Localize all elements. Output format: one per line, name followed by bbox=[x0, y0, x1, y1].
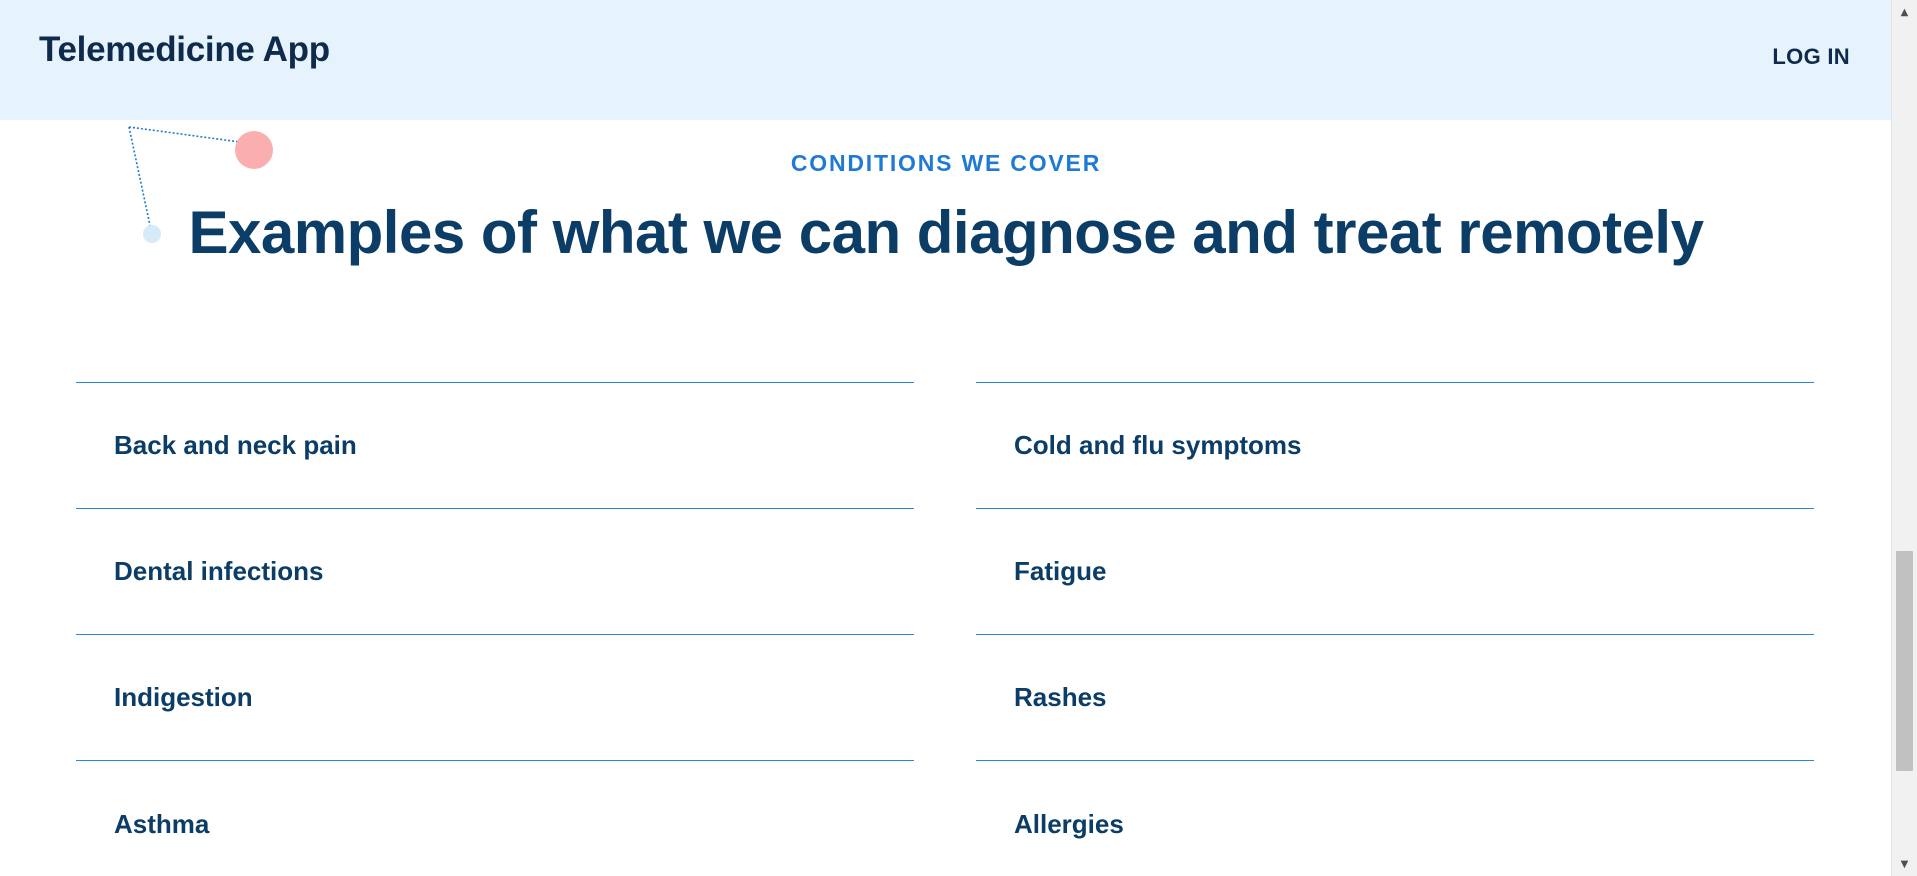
condition-label: Allergies bbox=[1014, 808, 1124, 839]
condition-item[interactable]: Allergies bbox=[976, 761, 1814, 876]
condition-label: Back and neck pain bbox=[114, 430, 357, 460]
condition-item[interactable]: Indigestion bbox=[76, 635, 914, 761]
condition-item[interactable]: Back and neck pain bbox=[76, 383, 914, 509]
log-in-link[interactable]: LOG IN bbox=[1772, 44, 1850, 70]
condition-item[interactable]: Cold and flu symptoms bbox=[976, 383, 1814, 509]
scrollbar-thumb[interactable] bbox=[1896, 551, 1913, 771]
condition-label: Dental infections bbox=[114, 556, 324, 586]
arrow-up-icon[interactable]: ▲ bbox=[1892, 2, 1917, 22]
condition-item[interactable]: Fatigue bbox=[976, 509, 1814, 635]
condition-item[interactable]: Asthma bbox=[76, 761, 914, 876]
conditions-list-right: Cold and flu symptoms Fatigue Rashes All… bbox=[976, 382, 1814, 876]
section-eyebrow: CONDITIONS WE COVER bbox=[790, 150, 1102, 176]
top-navigation-bar: Telemedicine App LOG IN bbox=[0, 0, 1892, 120]
page: Telemedicine App LOG IN CONDITIONS WE CO… bbox=[0, 0, 1917, 876]
condition-item[interactable]: Rashes bbox=[976, 635, 1814, 761]
arrow-down-icon[interactable]: ▼ bbox=[1892, 854, 1917, 874]
condition-label: Indigestion bbox=[114, 682, 253, 712]
decor-line-top bbox=[128, 126, 241, 143]
vertical-scrollbar[interactable]: ▲ ▼ bbox=[1891, 0, 1917, 876]
section-heading: Examples of what we can diagnose and tre… bbox=[188, 199, 1704, 266]
condition-label: Asthma bbox=[114, 808, 210, 839]
condition-item[interactable]: Dental infections bbox=[76, 509, 914, 635]
brand-logo-text[interactable]: Telemedicine App bbox=[39, 30, 330, 70]
condition-label: Fatigue bbox=[1014, 556, 1107, 586]
conditions-list-left: Back and neck pain Dental infections Ind… bbox=[76, 382, 914, 876]
condition-label: Cold and flu symptoms bbox=[1014, 430, 1302, 460]
condition-label: Rashes bbox=[1014, 682, 1107, 712]
